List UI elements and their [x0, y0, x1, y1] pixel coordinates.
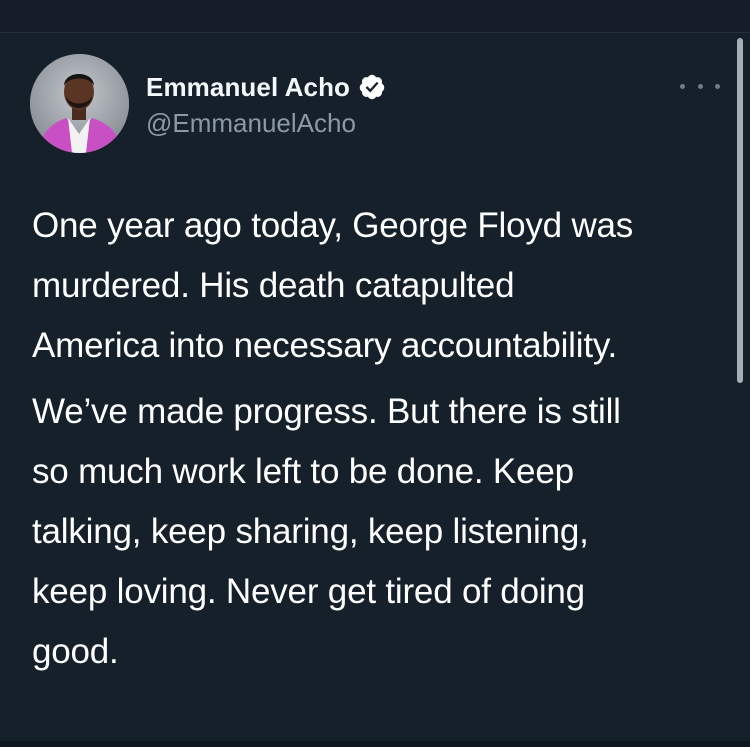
avatar[interactable] [30, 54, 129, 153]
tweet-line: keep loving. Never get tired of doing [32, 572, 585, 611]
tweet-line: murdered. His death catapulted [32, 266, 515, 305]
tweet-line: America into necessary accountability. [32, 326, 618, 365]
verified-badge-icon [359, 74, 385, 100]
scrollbar[interactable] [737, 38, 743, 383]
tweet-line: talking, keep sharing, keep listening, [32, 512, 589, 551]
more-dot [680, 83, 685, 89]
tweet-line: good. [32, 632, 119, 671]
handle[interactable]: @EmmanuelAcho [146, 108, 356, 139]
top-bar [0, 0, 750, 33]
bottom-edge [0, 741, 750, 747]
tweet-line: so much work left to be done. Keep [32, 452, 574, 491]
tweet-paragraph-1: One year ago today, George Floyd was mur… [32, 196, 732, 376]
more-options-icon[interactable] [680, 74, 720, 98]
tweet-line: One year ago today, George Floyd was [32, 206, 634, 245]
more-dot [697, 83, 703, 89]
display-name[interactable]: Emmanuel Acho [146, 72, 350, 103]
tweet-header: Emmanuel Acho @EmmanuelAcho [30, 54, 720, 158]
tweet-text: One year ago today, George Floyd was mur… [32, 196, 732, 682]
name-row: Emmanuel Acho [146, 70, 386, 104]
more-dot [715, 83, 720, 89]
tweet-line: We’ve made progress. But there is still [32, 392, 621, 431]
tweet-paragraph-2: We’ve made progress. But there is still … [32, 382, 732, 682]
avatar-image [30, 54, 129, 153]
